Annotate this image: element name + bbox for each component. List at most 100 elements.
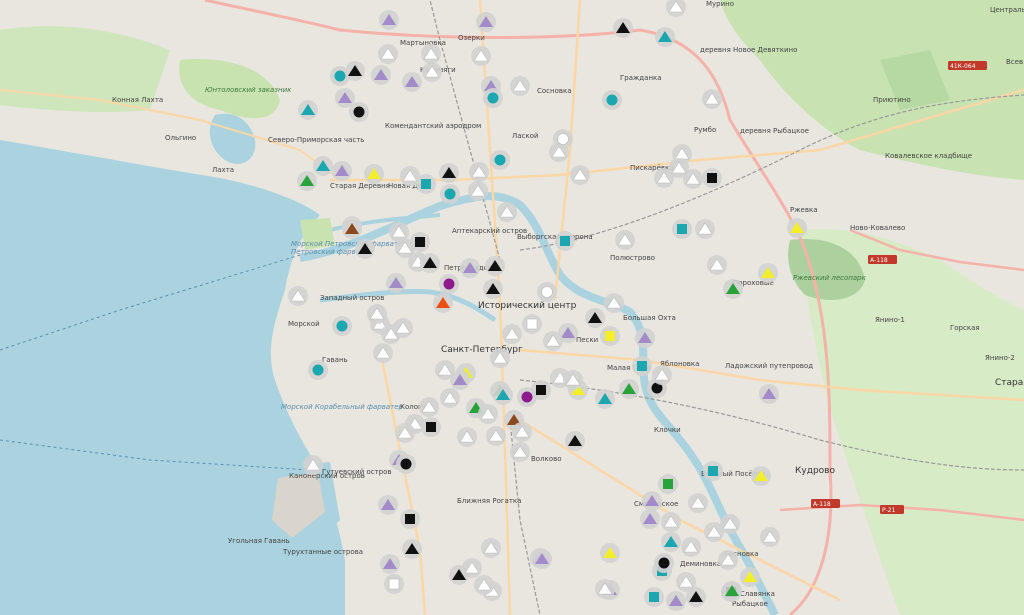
- poi-marker-white-triangle[interactable]: [478, 404, 498, 424]
- poi-marker-teal-circle[interactable]: [602, 90, 622, 110]
- poi-marker-teal-circle[interactable]: [490, 150, 510, 170]
- poi-marker-white-triangle[interactable]: [615, 230, 635, 250]
- poi-marker-lilac-triangle[interactable]: [635, 328, 655, 348]
- map-view[interactable]: Юнтоловский заказник Конная Лахта Ольгино С…: [0, 0, 1024, 615]
- poi-marker-lilac-triangle[interactable]: [476, 12, 496, 32]
- poi-marker-white-triangle[interactable]: [661, 512, 681, 532]
- poi-marker-white-triangle[interactable]: [419, 397, 439, 417]
- poi-marker-white-triangle[interactable]: [570, 165, 590, 185]
- poi-marker-black-triangle[interactable]: [355, 239, 375, 259]
- poi-marker-teal-circle[interactable]: [483, 88, 503, 108]
- poi-marker-white-triangle[interactable]: [288, 286, 308, 306]
- poi-marker-green-triangle[interactable]: [297, 171, 317, 191]
- poi-marker-black-triangle[interactable]: [402, 539, 422, 559]
- poi-marker-green-triangle[interactable]: [723, 279, 743, 299]
- poi-marker-yellow-triangle[interactable]: [787, 218, 807, 238]
- poi-marker-teal-square[interactable]: [416, 174, 436, 194]
- poi-marker-lilac-triangle[interactable]: [642, 491, 662, 511]
- poi-marker-yellow-triangle[interactable]: [364, 164, 384, 184]
- poi-marker-white-triangle[interactable]: [718, 550, 738, 570]
- poi-marker-white-triangle[interactable]: [469, 162, 489, 182]
- poi-marker-orange-triangle[interactable]: [433, 293, 453, 313]
- poi-marker-white-triangle[interactable]: [490, 348, 510, 368]
- poi-marker-white-triangle[interactable]: [421, 44, 441, 64]
- poi-marker-teal-circle[interactable]: [440, 184, 460, 204]
- poi-marker-black-triangle[interactable]: [686, 587, 706, 607]
- poi-marker-black-triangle[interactable]: [613, 18, 633, 38]
- poi-marker-green-triangle[interactable]: [619, 379, 639, 399]
- poi-marker-white-triangle[interactable]: [510, 442, 530, 462]
- poi-marker-white-circle[interactable]: [537, 282, 557, 302]
- poi-marker-white-triangle[interactable]: [702, 89, 722, 109]
- poi-marker-yellow-triangle[interactable]: [740, 567, 760, 587]
- poi-marker-white-circle[interactable]: [553, 129, 573, 149]
- poi-marker-white-triangle[interactable]: [595, 579, 615, 599]
- poi-marker-lilac-triangle[interactable]: [759, 384, 779, 404]
- poi-marker-white-triangle[interactable]: [543, 331, 563, 351]
- poi-marker-black-square[interactable]: [702, 168, 722, 188]
- poi-marker-white-triangle[interactable]: [393, 318, 413, 338]
- poi-marker-lilac-triangle[interactable]: [640, 509, 660, 529]
- poi-marker-white-triangle[interactable]: [688, 493, 708, 513]
- poi-marker-white-triangle[interactable]: [510, 76, 530, 96]
- poi-marker-teal-triangle[interactable]: [655, 27, 675, 47]
- poi-marker-teal-square[interactable]: [703, 461, 723, 481]
- poi-marker-brown-triangle[interactable]: [342, 219, 362, 239]
- poi-marker-white-triangle[interactable]: [704, 522, 724, 542]
- poi-marker-white-triangle[interactable]: [373, 343, 393, 363]
- poi-marker-white-triangle[interactable]: [486, 426, 506, 446]
- poi-marker-black-square[interactable]: [400, 509, 420, 529]
- poi-marker-white-triangle[interactable]: [457, 427, 477, 447]
- poi-marker-teal-square[interactable]: [632, 356, 652, 376]
- poi-marker-black-triangle[interactable]: [439, 163, 459, 183]
- poi-marker-white-square[interactable]: [384, 574, 404, 594]
- poi-marker-black-triangle[interactable]: [420, 253, 440, 273]
- poi-marker-white-triangle[interactable]: [604, 293, 624, 313]
- poi-marker-teal-triangle[interactable]: [298, 100, 318, 120]
- poi-marker-white-triangle[interactable]: [563, 370, 583, 390]
- poi-marker-teal-triangle[interactable]: [595, 389, 615, 409]
- poi-marker-green-triangle[interactable]: [722, 581, 742, 601]
- poi-marker-white-square[interactable]: [522, 314, 542, 334]
- poi-marker-black-triangle[interactable]: [485, 256, 505, 276]
- poi-marker-white-triangle[interactable]: [652, 365, 672, 385]
- poi-marker-white-triangle[interactable]: [497, 202, 517, 222]
- poi-marker-lilac-triangle[interactable]: [332, 161, 352, 181]
- poi-marker-white-triangle[interactable]: [440, 388, 460, 408]
- poi-marker-lilac-triangle[interactable]: [460, 258, 480, 278]
- poi-marker-white-triangle[interactable]: [422, 62, 442, 82]
- poi-marker-white-triangle[interactable]: [760, 527, 780, 547]
- poi-marker-white-triangle[interactable]: [681, 537, 701, 557]
- poi-marker-black-square[interactable]: [410, 232, 430, 252]
- poi-marker-lilac-triangle[interactable]: [380, 554, 400, 574]
- poi-marker-teal-triangle[interactable]: [493, 385, 513, 405]
- poi-marker-black-circle[interactable]: [396, 454, 416, 474]
- poi-marker-lilac-triangle[interactable]: [378, 495, 398, 515]
- poi-marker-white-triangle[interactable]: [468, 181, 488, 201]
- poi-marker-teal-square[interactable]: [644, 587, 664, 607]
- poi-marker-yellow-square[interactable]: [600, 326, 620, 346]
- poi-marker-black-circle[interactable]: [349, 102, 369, 122]
- poi-marker-teal-triangle[interactable]: [313, 156, 333, 176]
- poi-marker-white-triangle[interactable]: [481, 538, 501, 558]
- poi-marker-teal-square[interactable]: [555, 231, 575, 251]
- poi-marker-black-triangle[interactable]: [483, 279, 503, 299]
- poi-marker-white-triangle[interactable]: [367, 304, 387, 324]
- poi-marker-black-triangle[interactable]: [565, 431, 585, 451]
- poi-marker-purple-circle[interactable]: [439, 274, 459, 294]
- poi-marker-white-triangle[interactable]: [707, 255, 727, 275]
- poi-marker-lilac-triangle[interactable]: [450, 370, 470, 390]
- poi-marker-white-triangle[interactable]: [378, 44, 398, 64]
- poi-marker-green-square[interactable]: [658, 474, 678, 494]
- poi-marker-yellow-triangle[interactable]: [751, 466, 771, 486]
- poi-marker-white-triangle[interactable]: [502, 324, 522, 344]
- poi-marker-black-square[interactable]: [531, 380, 551, 400]
- poi-marker-white-triangle[interactable]: [666, 0, 686, 17]
- poi-marker-lilac-triangle[interactable]: [666, 591, 686, 611]
- poi-marker-white-triangle[interactable]: [303, 455, 323, 475]
- poi-marker-black-square[interactable]: [421, 417, 441, 437]
- poi-marker-lilac-triangle[interactable]: [371, 65, 391, 85]
- poi-marker-black-triangle[interactable]: [585, 308, 605, 328]
- poi-marker-white-triangle[interactable]: [669, 158, 689, 178]
- poi-marker-lilac-triangle[interactable]: [532, 549, 552, 569]
